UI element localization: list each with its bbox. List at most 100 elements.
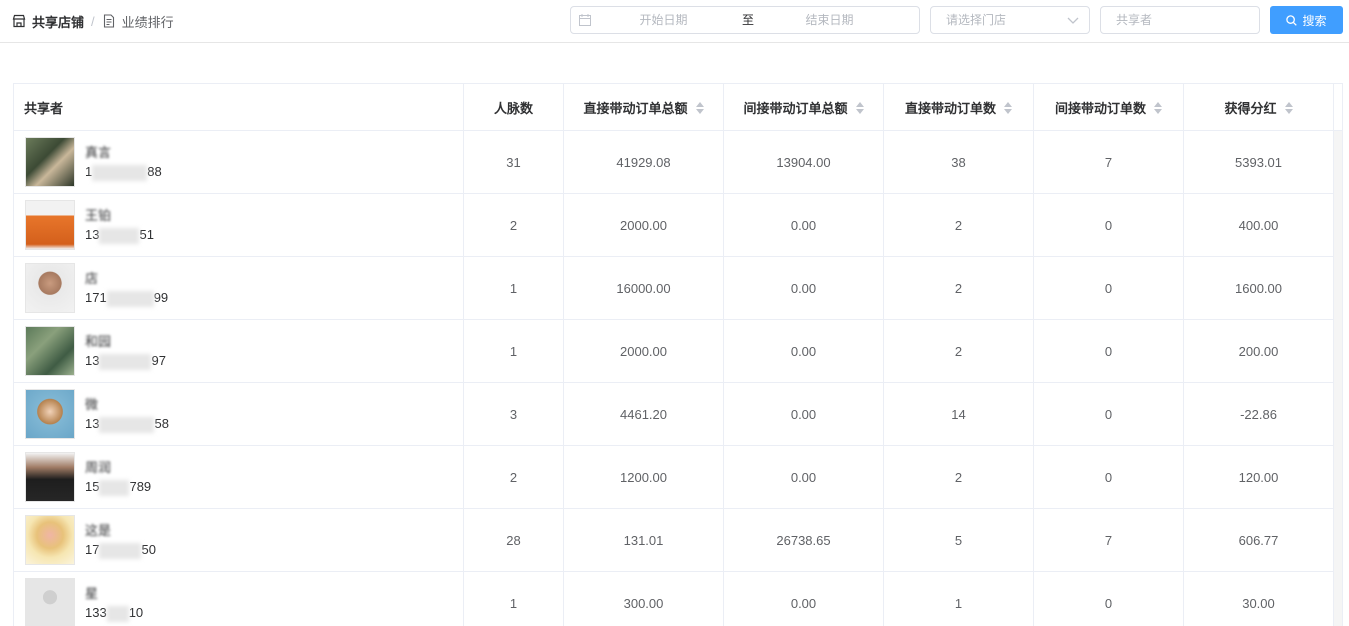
breadcrumb-item-shared-store[interactable]: 共享店铺 (12, 12, 84, 31)
store-select-placeholder: 请选择门店 (946, 13, 1007, 27)
sharer-phone-head: 1 (85, 164, 93, 179)
avatar (25, 137, 75, 187)
cell-sharer: 和园 13 97 (14, 320, 464, 382)
sort-caret-icon[interactable] (695, 101, 704, 114)
store-select[interactable]: 请选择门店 (930, 6, 1090, 34)
cell-direct-count: 2 (884, 257, 1034, 319)
cell-dividend: 1600.00 (1184, 257, 1334, 319)
cell-indirect-count: 0 (1034, 446, 1184, 508)
sharer-name: 星 (85, 586, 99, 601)
cell-indirect-count: 0 (1034, 257, 1184, 319)
sharer-name: 这是 (85, 523, 112, 538)
breadcrumb-current-label: 业绩排行 (121, 14, 174, 30)
cell-sharer: 这是 17 50 (14, 509, 464, 571)
cell-direct-amount: 2000.00 (564, 194, 724, 256)
avatar (25, 200, 75, 250)
phone-redaction (99, 479, 130, 496)
sharer-info: 王铂 13 51 (85, 206, 154, 244)
cell-dividend: 400.00 (1184, 194, 1334, 256)
column-header-indirect-count[interactable]: 间接带动订单数 (1034, 84, 1184, 131)
table-row[interactable]: 这是 17 50 28 131.01 26738.65 5 7 606.77 (14, 509, 1334, 572)
cell-contacts: 1 (464, 572, 564, 626)
sharer-phone-tail: 789 (129, 479, 152, 494)
table-row[interactable]: 周润 15 789 2 1200.00 0.00 2 0 120.00 (14, 446, 1334, 509)
phone-redaction (99, 542, 142, 559)
table-row[interactable]: 和园 13 97 1 2000.00 0.00 2 0 200.00 (14, 320, 1334, 383)
table-row[interactable]: 店 171 99 1 16000.00 0.00 2 0 1600.00 (14, 257, 1334, 320)
start-date-input[interactable]: 开始日期 (601, 7, 726, 33)
cell-direct-amount: 300.00 (564, 572, 724, 626)
sharer-phone-head: 15 (85, 479, 100, 494)
avatar (25, 326, 75, 376)
sharer-phone: 17 50 (85, 540, 156, 559)
cell-direct-count: 2 (884, 194, 1034, 256)
cell-indirect-amount: 0.00 (724, 446, 884, 508)
table-row[interactable]: 微 13 58 3 4461.20 0.00 14 0 -22.86 (14, 383, 1334, 446)
scrollbar-gutter-header (1333, 84, 1342, 131)
sharer-name: 店 (85, 271, 99, 286)
cell-direct-count: 14 (884, 383, 1034, 445)
cell-direct-count: 38 (884, 131, 1034, 193)
sharer-phone-head: 13 (85, 227, 100, 242)
cell-indirect-count: 7 (1034, 131, 1184, 193)
table-row[interactable]: 星 133 10 1 300.00 0.00 1 0 30.00 (14, 572, 1334, 626)
cell-sharer: 微 13 58 (14, 383, 464, 445)
store-icon (12, 14, 26, 28)
sharer-phone-head: 171 (85, 290, 107, 305)
cell-indirect-amount: 0.00 (724, 257, 884, 319)
cell-direct-amount: 2000.00 (564, 320, 724, 382)
vertical-scrollbar[interactable] (1333, 131, 1342, 626)
end-date-input[interactable]: 结束日期 (767, 7, 892, 33)
sharer-phone: 13 97 (85, 351, 166, 370)
sharer-info: 和园 13 97 (85, 332, 166, 370)
avatar (25, 578, 75, 626)
table-row[interactable]: 真言 1 88 31 41929.08 13904.00 38 7 5393.01 (14, 131, 1334, 194)
column-header-indirect-amount[interactable]: 间接带动订单总额 (724, 84, 884, 131)
sharer-name: 微 (85, 397, 99, 412)
sharer-info: 真言 1 88 (85, 143, 162, 181)
sort-caret-icon[interactable] (1154, 101, 1162, 114)
sharer-search-input[interactable] (1100, 6, 1260, 34)
cell-direct-count: 2 (884, 320, 1034, 382)
avatar (25, 452, 75, 502)
sharer-phone-tail: 50 (141, 542, 156, 557)
column-header-dividend[interactable]: 获得分红 (1184, 84, 1334, 131)
cell-sharer: 周润 15 789 (14, 446, 464, 508)
cell-direct-count: 5 (884, 509, 1034, 571)
sharer-phone-tail: 58 (154, 416, 169, 431)
sort-caret-icon[interactable] (1284, 101, 1293, 114)
phone-redaction (106, 605, 129, 622)
sharer-name: 王铂 (85, 208, 112, 223)
column-header-sharer: 共享者 (14, 84, 464, 131)
sort-caret-icon[interactable] (1004, 101, 1012, 114)
column-header-label: 获得分红 (1224, 101, 1277, 116)
column-header-label: 间接带动订单总额 (743, 101, 848, 116)
search-button[interactable]: 搜索 (1270, 6, 1343, 34)
sharer-phone-head: 13 (85, 416, 100, 431)
cell-indirect-count: 0 (1034, 572, 1184, 626)
cell-indirect-amount: 0.00 (724, 194, 884, 256)
column-header-direct-amount[interactable]: 直接带动订单总额 (564, 84, 724, 131)
sharer-phone: 13 58 (85, 414, 169, 433)
cell-sharer: 店 171 99 (14, 257, 464, 319)
chevron-down-icon (1067, 17, 1079, 24)
cell-direct-amount: 131.01 (564, 509, 724, 571)
sharer-phone: 15 789 (85, 477, 151, 496)
column-header-label: 人脉数 (493, 101, 533, 116)
date-range-picker[interactable]: 开始日期 至 结束日期 (570, 6, 920, 34)
document-icon (103, 14, 114, 28)
cell-contacts: 1 (464, 320, 564, 382)
sort-caret-icon[interactable] (855, 101, 864, 114)
cell-indirect-amount: 26738.65 (724, 509, 884, 571)
cell-direct-amount: 4461.20 (564, 383, 724, 445)
sharer-info: 星 133 10 (85, 584, 143, 622)
sharer-info: 店 171 99 (85, 269, 168, 307)
cell-indirect-amount: 0.00 (724, 572, 884, 626)
column-header-direct-count[interactable]: 直接带动订单数 (884, 84, 1034, 131)
cell-contacts: 2 (464, 446, 564, 508)
sharer-name: 真言 (85, 145, 112, 160)
table-row[interactable]: 王铂 13 51 2 2000.00 0.00 2 0 400.00 (14, 194, 1334, 257)
phone-redaction (99, 416, 155, 433)
sharer-phone: 13 51 (85, 225, 154, 244)
cell-contacts: 2 (464, 194, 564, 256)
